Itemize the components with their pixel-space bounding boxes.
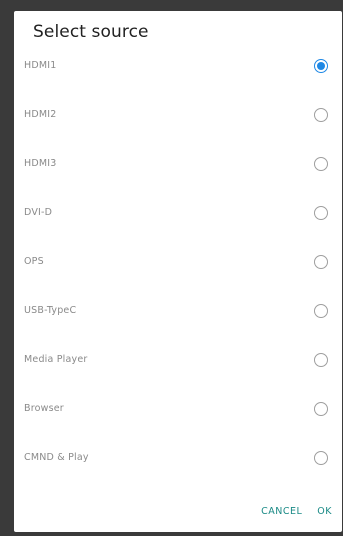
source-option-hdmi1[interactable]: HDMI1 (14, 41, 342, 90)
radio-button[interactable] (314, 156, 328, 171)
ok-button[interactable]: OK (317, 506, 332, 517)
source-option-usb-typec[interactable]: USB-TypeC (14, 286, 342, 335)
radio-button[interactable] (314, 352, 328, 367)
source-option-cmnd-play[interactable]: CMND & Play (14, 433, 342, 482)
source-option-dvi-d[interactable]: DVI-D (14, 188, 342, 237)
radio-selected-dot (317, 61, 325, 70)
dialog-actions: CANCEL OK (261, 506, 332, 517)
radio-button[interactable] (314, 450, 328, 465)
radio-button[interactable] (314, 205, 328, 220)
radio-button[interactable] (314, 401, 328, 416)
option-label: OPS (24, 256, 44, 267)
source-option-media-player[interactable]: Media Player (14, 335, 342, 384)
radio-button[interactable] (314, 303, 328, 318)
source-option-hdmi2[interactable]: HDMI2 (14, 90, 342, 139)
radio-button[interactable] (314, 107, 328, 122)
source-option-ops[interactable]: OPS (14, 237, 342, 286)
radio-button[interactable] (314, 58, 328, 73)
option-label: USB-TypeC (24, 305, 77, 316)
source-option-hdmi3[interactable]: HDMI3 (14, 139, 342, 188)
option-label: HDMI2 (24, 109, 57, 120)
option-label: HDMI1 (24, 60, 57, 71)
cancel-button[interactable]: CANCEL (261, 506, 302, 517)
radio-button[interactable] (314, 254, 328, 269)
option-label: DVI-D (24, 207, 53, 218)
option-label: Browser (24, 403, 64, 414)
option-label: Media Player (24, 354, 88, 365)
option-label: CMND & Play (24, 452, 89, 463)
option-label: HDMI3 (24, 158, 57, 169)
source-option-browser[interactable]: Browser (14, 384, 342, 433)
source-options-list: HDMI1 HDMI2 HDMI3 DVI-D OPS USB-TypeC Me… (14, 41, 342, 482)
select-source-dialog: Select source HDMI1 HDMI2 HDMI3 DVI-D OP… (14, 11, 342, 532)
dialog-title: Select source (33, 22, 149, 42)
